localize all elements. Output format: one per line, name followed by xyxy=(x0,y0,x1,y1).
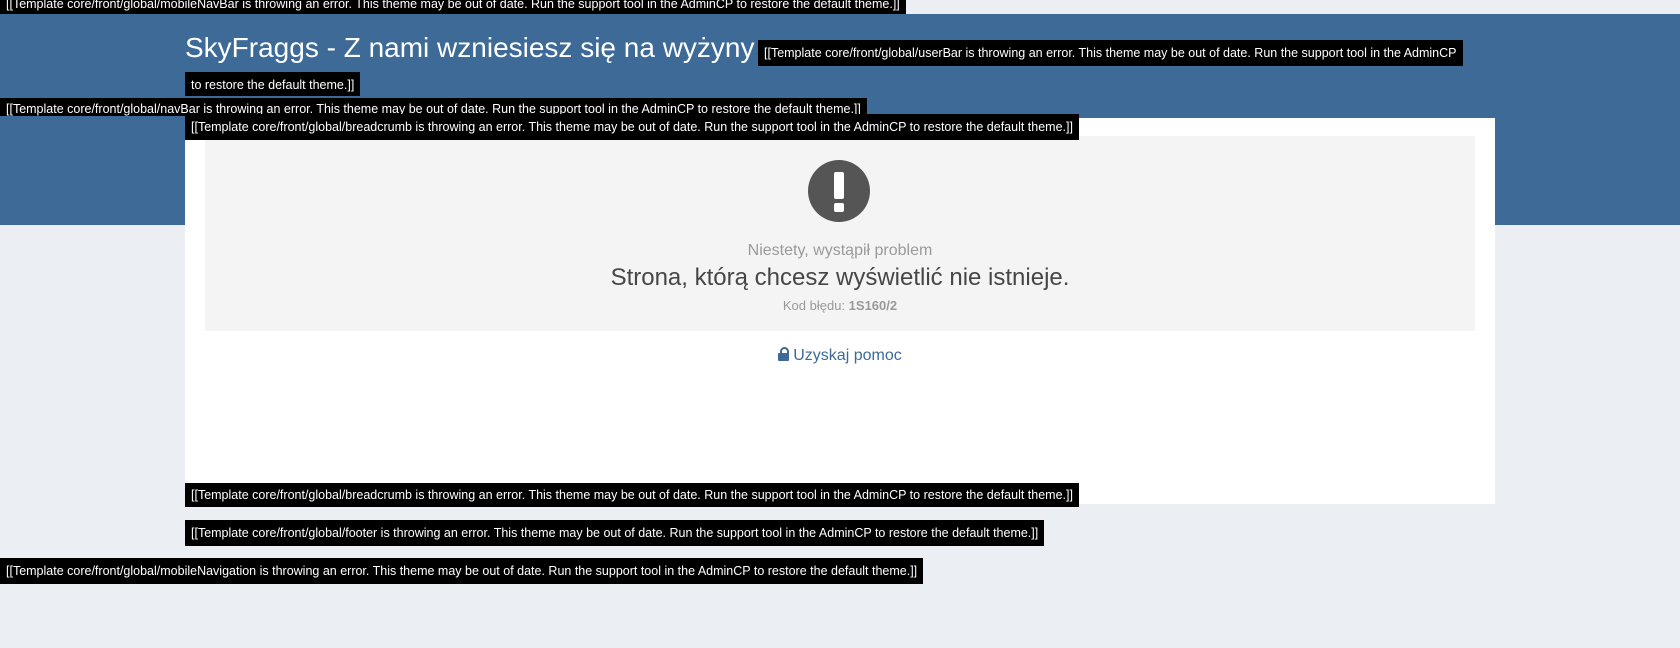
template-error-userbar-continued: to restore the default theme.]] xyxy=(185,72,361,96)
template-error-mobile-navbar: [[Template core/front/global/mobileNavBa… xyxy=(0,0,906,14)
template-error-footer: [[Template core/front/global/footer is t… xyxy=(185,520,1045,546)
get-help-label[interactable]: Uzyskaj pomoc xyxy=(793,347,901,364)
error-message: Strona, którą chcesz wyświetlić nie istn… xyxy=(610,264,1070,291)
error-code: Kod błędu: 1S160/2 xyxy=(0,297,1680,315)
site-title[interactable]: SkyFraggs - Z nami wzniesiesz się na wyż… xyxy=(185,30,755,66)
template-error-userbar: [[Template core/front/global/userBar is … xyxy=(758,40,1463,66)
error-subtitle: Niestety, wystąpił problem xyxy=(747,242,933,259)
template-error-breadcrumb-top: [[Template core/front/global/breadcrumb … xyxy=(185,114,1079,140)
get-help-link[interactable]: Uzyskaj pomoc xyxy=(0,346,1680,366)
template-error-mobile-navigation: [[Template core/front/global/mobileNavig… xyxy=(0,558,924,584)
lock-icon xyxy=(778,347,790,361)
page: [[Template core/front/global/mobileNavBa… xyxy=(0,0,1680,648)
error-code-value: 1S160/2 xyxy=(848,298,898,313)
exclamation-circle-icon xyxy=(808,160,870,222)
template-error-breadcrumb-bottom: [[Template core/front/global/breadcrumb … xyxy=(185,483,1079,507)
error-code-label: Kod błędu: xyxy=(782,298,846,313)
